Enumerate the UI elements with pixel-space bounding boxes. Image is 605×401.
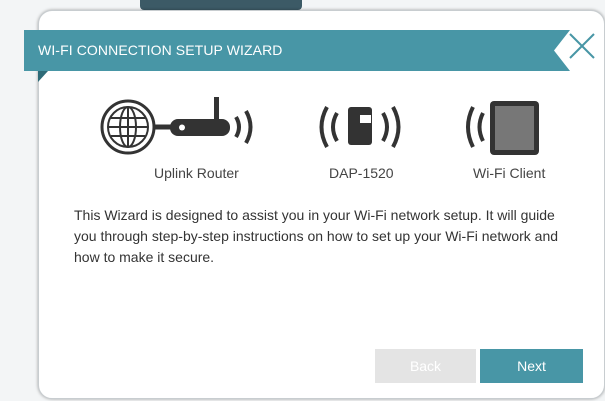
close-icon <box>569 33 595 59</box>
wifi-client-label: Wi-Fi Client <box>473 165 546 181</box>
wizard-description: This Wizard is designed to assist you in… <box>74 207 559 265</box>
wizard-title: WI-FI CONNECTION SETUP WIZARD <box>38 42 283 58</box>
wizard-header: WI-FI CONNECTION SETUP WIZARD <box>24 30 574 82</box>
extender-label: DAP-1520 <box>329 165 394 181</box>
background-tab <box>140 0 302 10</box>
tablet-client-icon <box>466 101 539 155</box>
uplink-router-label: Uplink Router <box>154 165 239 181</box>
close-button[interactable] <box>566 30 598 62</box>
uplink-router-icon <box>100 97 253 155</box>
next-button[interactable]: Next <box>480 349 583 383</box>
back-button[interactable]: Back <box>375 349 476 383</box>
extender-icon <box>319 106 401 148</box>
